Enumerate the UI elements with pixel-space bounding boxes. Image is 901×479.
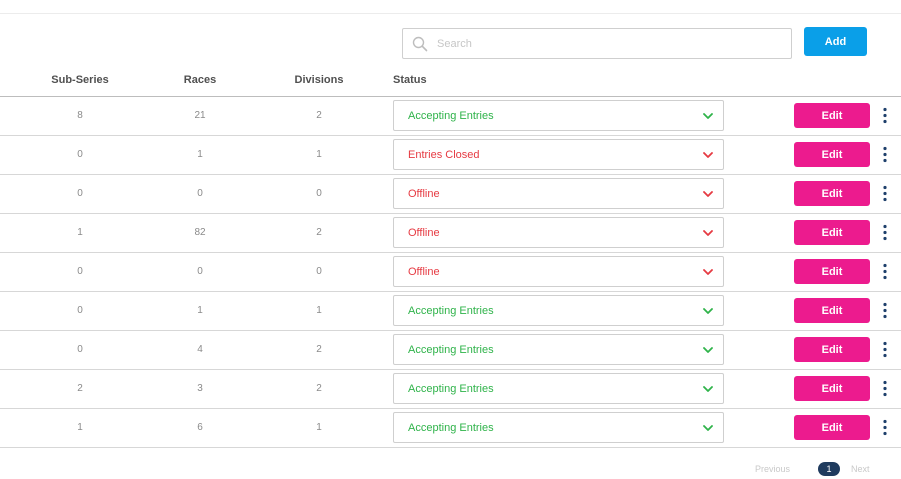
chevron-down-icon <box>703 230 713 236</box>
status-dropdown[interactable]: Accepting Entries <box>393 373 724 404</box>
kebab-menu-icon[interactable] <box>881 341 889 358</box>
status-dropdown[interactable]: Accepting Entries <box>393 412 724 443</box>
cell-divisions: 2 <box>316 344 322 355</box>
cell-races: 1 <box>197 305 203 316</box>
edit-button[interactable]: Edit <box>794 337 870 362</box>
cell-divisions: 0 <box>316 188 322 199</box>
chevron-down-icon <box>703 113 713 119</box>
pagination-next[interactable]: Next <box>851 464 870 474</box>
table-row: 0 4 2 Accepting Entries Edit <box>0 331 901 370</box>
status-value: Offline <box>408 188 440 200</box>
edit-button[interactable]: Edit <box>794 142 870 167</box>
cell-divisions: 1 <box>316 422 322 433</box>
cell-divisions: 1 <box>316 305 322 316</box>
cell-divisions: 2 <box>316 227 322 238</box>
kebab-menu-icon[interactable] <box>881 380 889 397</box>
chevron-down-icon <box>703 269 713 275</box>
chevron-down-icon <box>703 191 713 197</box>
search-box[interactable] <box>402 28 792 59</box>
cell-divisions: 0 <box>316 266 322 277</box>
kebab-menu-icon[interactable] <box>881 263 889 280</box>
table-row: 0 1 1 Entries Closed Edit <box>0 136 901 175</box>
cell-divisions: 1 <box>316 149 322 160</box>
search-icon <box>412 36 428 52</box>
kebab-menu-icon[interactable] <box>881 419 889 436</box>
status-dropdown[interactable]: Entries Closed <box>393 139 724 170</box>
edit-button[interactable]: Edit <box>794 259 870 284</box>
status-dropdown[interactable]: Accepting Entries <box>393 334 724 365</box>
kebab-menu-icon[interactable] <box>881 146 889 163</box>
cell-sub-series: 8 <box>77 110 83 121</box>
kebab-menu-icon[interactable] <box>881 107 889 124</box>
cell-divisions: 2 <box>316 383 322 394</box>
chevron-down-icon <box>703 308 713 314</box>
edit-button[interactable]: Edit <box>794 181 870 206</box>
table-row: 1 6 1 Accepting Entries Edit <box>0 409 901 448</box>
status-value: Accepting Entries <box>408 383 494 395</box>
edit-button[interactable]: Edit <box>794 298 870 323</box>
cell-sub-series: 0 <box>77 266 83 277</box>
table-row: 2 3 2 Accepting Entries Edit <box>0 370 901 409</box>
table-row: 0 1 1 Accepting Entries Edit <box>0 292 901 331</box>
column-header-divisions: Divisions <box>294 74 344 86</box>
table-row: 1 82 2 Offline Edit <box>0 214 901 253</box>
edit-button[interactable]: Edit <box>794 220 870 245</box>
cell-races: 21 <box>194 110 206 121</box>
cell-races: 0 <box>197 188 203 199</box>
cell-races: 6 <box>197 422 203 433</box>
cell-sub-series: 1 <box>77 422 83 433</box>
cell-races: 0 <box>197 266 203 277</box>
edit-button[interactable]: Edit <box>794 103 870 128</box>
kebab-menu-icon[interactable] <box>881 302 889 319</box>
table-row: 0 0 0 Offline Edit <box>0 175 901 214</box>
status-value: Accepting Entries <box>408 344 494 356</box>
status-value: Accepting Entries <box>408 422 494 434</box>
cell-races: 4 <box>197 344 203 355</box>
top-divider <box>0 13 901 14</box>
cell-races: 82 <box>194 227 206 238</box>
edit-button[interactable]: Edit <box>794 376 870 401</box>
kebab-menu-icon[interactable] <box>881 185 889 202</box>
cell-sub-series: 1 <box>77 227 83 238</box>
status-dropdown[interactable]: Offline <box>393 256 724 287</box>
status-value: Accepting Entries <box>408 110 494 122</box>
chevron-down-icon <box>703 386 713 392</box>
chevron-down-icon <box>703 425 713 431</box>
column-header-races: Races <box>183 74 217 86</box>
column-header-status: Status <box>393 74 427 86</box>
search-input[interactable] <box>437 29 777 58</box>
status-dropdown[interactable]: Offline <box>393 217 724 248</box>
row-divider <box>0 447 901 448</box>
cell-sub-series: 2 <box>77 383 83 394</box>
cell-sub-series: 0 <box>77 344 83 355</box>
table-row: 0 0 0 Offline Edit <box>0 253 901 292</box>
cell-divisions: 2 <box>316 110 322 121</box>
status-value: Offline <box>408 227 440 239</box>
cell-sub-series: 0 <box>77 188 83 199</box>
cell-sub-series: 0 <box>77 149 83 160</box>
chevron-down-icon <box>703 152 713 158</box>
kebab-menu-icon[interactable] <box>881 224 889 241</box>
cell-sub-series: 0 <box>77 305 83 316</box>
cell-races: 1 <box>197 149 203 160</box>
status-value: Offline <box>408 266 440 278</box>
column-header-sub-series: Sub-Series <box>51 74 109 86</box>
status-dropdown[interactable]: Accepting Entries <box>393 295 724 326</box>
status-value: Entries Closed <box>408 149 480 161</box>
table-row: 8 21 2 Accepting Entries Edit <box>0 97 901 136</box>
status-value: Accepting Entries <box>408 305 494 317</box>
chevron-down-icon <box>703 347 713 353</box>
status-dropdown[interactable]: Accepting Entries <box>393 100 724 131</box>
status-dropdown[interactable]: Offline <box>393 178 724 209</box>
cell-races: 3 <box>197 383 203 394</box>
edit-button[interactable]: Edit <box>794 415 870 440</box>
pagination-current-page[interactable]: 1 <box>818 462 840 476</box>
add-button[interactable]: Add <box>804 27 867 56</box>
pagination-previous[interactable]: Previous <box>755 464 790 474</box>
